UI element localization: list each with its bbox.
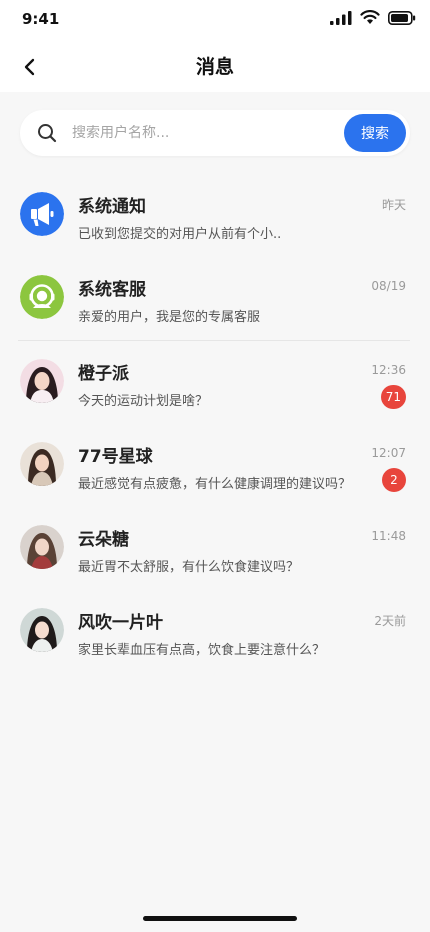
item-name: 系统客服 (78, 280, 146, 300)
avatar (20, 359, 64, 403)
avatar (20, 442, 64, 486)
list-item-chat[interactable]: 77号星球 最近感觉有点疲惫，有什么健康调理的建议吗？ 12:07 2 (0, 424, 430, 507)
item-time: 2天前 (374, 614, 406, 628)
item-preview: 亲爱的用户，我是您的专属客服 (78, 310, 261, 325)
search-icon (24, 123, 70, 143)
item-preview: 最近胃不太舒服，有什么饮食建议吗？ (78, 560, 300, 575)
status-icons (330, 10, 416, 25)
signal-icon (330, 10, 352, 25)
item-preview: 家里长辈血压有点高，饮食上要注意什么？ (78, 643, 326, 658)
item-preview: 最近感觉有点疲惫，有什么健康调理的建议吗？ (78, 477, 352, 492)
list-item-customer-service[interactable]: 系统客服 亲爱的用户，我是您的专属客服 08/19 (0, 257, 430, 340)
unread-badge: 2 (382, 468, 406, 492)
message-list: 系统通知 已收到您提交的对用户从前有个小.. 昨天 系统客服 亲爱的用户，我是您… (0, 174, 430, 673)
item-name: 系统通知 (78, 197, 146, 217)
item-name: 云朵糖 (78, 530, 129, 550)
status-time: 9:41 (22, 10, 60, 28)
list-item-chat[interactable]: 云朵糖 最近胃不太舒服，有什么饮食建议吗？ 11:48 (0, 507, 430, 590)
list-item-chat[interactable]: 风吹一片叶 家里长辈血压有点高，饮食上要注意什么？ 2天前 (0, 590, 430, 673)
headset-icon (20, 275, 64, 319)
wifi-icon (360, 10, 380, 24)
item-name: 风吹一片叶 (78, 613, 163, 633)
avatar (20, 525, 64, 569)
item-name: 77号星球 (78, 447, 153, 467)
navbar: 消息 (0, 42, 430, 92)
item-time: 12:36 (371, 363, 406, 377)
header: 9:41 消息 (0, 0, 430, 92)
item-preview: 已收到您提交的对用户从前有个小.. (78, 227, 282, 242)
page-title: 消息 (195, 56, 234, 78)
unread-badge: 71 (380, 385, 406, 409)
search-input[interactable] (72, 125, 344, 141)
item-time: 08/19 (371, 279, 406, 293)
list-item-system-notice[interactable]: 系统通知 已收到您提交的对用户从前有个小.. 昨天 (0, 174, 430, 257)
item-time: 昨天 (381, 198, 406, 212)
megaphone-icon (20, 192, 64, 236)
search-button[interactable]: 搜索 (344, 114, 406, 152)
item-time: 11:48 (371, 529, 406, 543)
item-name: 橙子派 (78, 364, 129, 384)
avatar (20, 608, 64, 652)
item-preview: 今天的运动计划是啥？ (78, 394, 209, 409)
item-time: 12:07 (371, 446, 406, 460)
battery-icon (388, 10, 416, 25)
search-bar: 搜索 (20, 110, 410, 156)
home-indicator (143, 916, 297, 921)
list-item-chat[interactable]: 橙子派 今天的运动计划是啥？ 12:36 71 (0, 341, 430, 424)
search-section: 搜索 (0, 92, 430, 156)
status-bar: 9:41 (0, 0, 430, 42)
